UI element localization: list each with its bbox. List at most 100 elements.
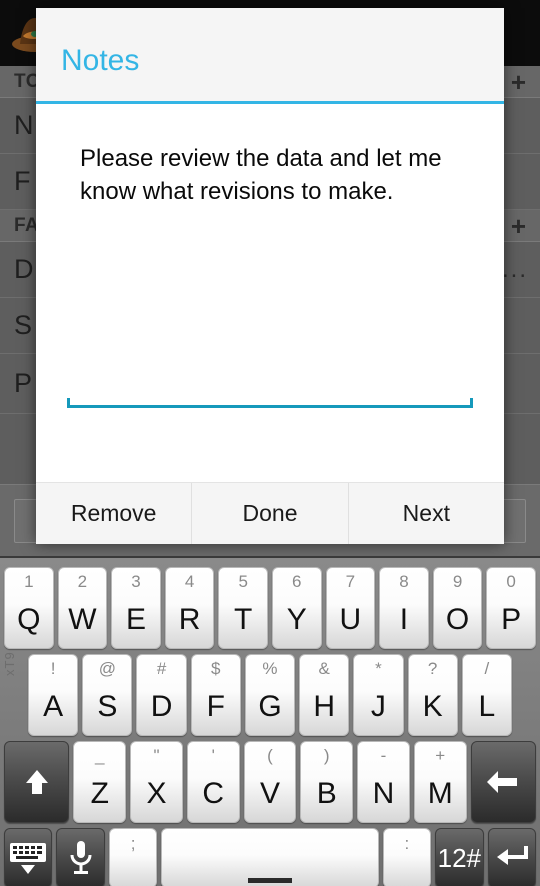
- backspace-left-arrow-icon[interactable]: [470, 741, 536, 823]
- key-u[interactable]: 7U: [325, 567, 376, 649]
- key-period[interactable]: :: [382, 828, 432, 886]
- key-hint: *: [375, 659, 382, 678]
- key-p[interactable]: 0P: [486, 567, 536, 649]
- notes-dialog: Notes Please review the data and let me …: [36, 8, 504, 544]
- key-s[interactable]: @ S: [82, 654, 133, 736]
- microphone-icon[interactable]: [56, 828, 105, 886]
- key-hint: &: [318, 659, 330, 678]
- key-label: T: [234, 603, 253, 636]
- list-item-label: D: [14, 254, 34, 284]
- soft-keyboard: xT9 1Q 2W 3E 4R 5T 6Y 7U 8I 9O 0P ! A @ S …: [0, 556, 540, 886]
- key-d[interactable]: # D: [136, 654, 187, 736]
- key-label: A: [43, 690, 64, 723]
- key-hint: !: [50, 659, 56, 678]
- key-hint: ): [323, 746, 330, 765]
- key-hint: -: [380, 746, 387, 765]
- key-g[interactable]: % G: [244, 654, 296, 736]
- key-label: N: [372, 777, 395, 810]
- key-label: E: [125, 603, 146, 636]
- key-hint: _: [95, 746, 105, 765]
- plus-icon[interactable]: +: [511, 69, 526, 95]
- list-item-label: N: [14, 110, 34, 140]
- key-label: G: [258, 690, 282, 723]
- key-hint: 3: [131, 572, 141, 591]
- key-i[interactable]: 8I: [379, 567, 429, 649]
- key-b[interactable]: ) B: [300, 741, 354, 823]
- key-z[interactable]: _ Z: [73, 741, 127, 823]
- key-label: W: [68, 603, 97, 636]
- key-e[interactable]: 3E: [111, 567, 161, 649]
- key-x[interactable]: " X: [130, 741, 183, 823]
- note-text: Please review the data and let me know w…: [80, 145, 442, 205]
- key-q[interactable]: 1Q: [4, 567, 54, 649]
- key-hint: ': [211, 746, 215, 765]
- list-item-label: P: [14, 368, 33, 398]
- key-hint: ": [153, 746, 160, 765]
- done-button[interactable]: Done: [191, 483, 348, 544]
- key-l[interactable]: / L: [461, 654, 512, 736]
- key-hint: /: [484, 659, 490, 678]
- key-hint: $: [211, 659, 221, 678]
- space-bar-mark: [248, 878, 292, 883]
- key-hint: 0: [506, 572, 516, 591]
- dialog-title: Notes: [61, 44, 140, 77]
- symbols-toggle-key[interactable]: 12#: [435, 828, 484, 886]
- key-f[interactable]: $ F: [190, 654, 241, 736]
- key-label: X: [146, 777, 167, 810]
- phone-screen: TO + N F FA + D ... S P Notes Please rev…: [0, 0, 540, 886]
- key-label: Z: [90, 777, 109, 810]
- enter-return-icon[interactable]: [487, 828, 537, 886]
- key-o[interactable]: 9O: [432, 567, 483, 649]
- key-hint: :: [404, 834, 410, 853]
- key-hint: (: [267, 746, 273, 765]
- key-y[interactable]: 6Y: [271, 567, 322, 649]
- key-label: R: [178, 603, 201, 636]
- list-item-overflow[interactable]: ...: [502, 256, 528, 281]
- key-c[interactable]: ' C: [186, 741, 240, 823]
- key-label: S: [97, 690, 118, 723]
- hide-keyboard-icon[interactable]: [4, 828, 53, 886]
- key-label: H: [313, 690, 336, 723]
- key-label: I: [399, 603, 409, 636]
- key-hint: 9: [452, 572, 463, 591]
- key-label: M: [427, 777, 453, 810]
- key-label: D: [150, 690, 173, 723]
- key-hint: 1: [24, 572, 34, 591]
- shift-up-arrow-icon[interactable]: [4, 741, 70, 823]
- note-input-underline[interactable]: [67, 398, 473, 408]
- key-n[interactable]: -N: [357, 741, 410, 823]
- key-j[interactable]: * J: [353, 654, 404, 736]
- key-label: K: [422, 690, 443, 723]
- key-comma[interactable]: ;: [108, 828, 158, 886]
- key-hint: 8: [399, 572, 409, 591]
- keyboard-row-1: 1Q 2W 3E 4R 5T 6Y 7U 8I 9O 0P: [0, 567, 540, 649]
- list-item-label: F: [14, 166, 31, 196]
- key-label: V: [259, 777, 280, 810]
- key-v[interactable]: (V: [243, 741, 297, 823]
- key-label: Y: [286, 603, 307, 636]
- key-r[interactable]: 4R: [164, 567, 215, 649]
- key-label: P: [501, 603, 522, 636]
- key-space[interactable]: [161, 828, 379, 886]
- key-h[interactable]: & H: [299, 654, 350, 736]
- remove-button[interactable]: Remove: [36, 483, 192, 544]
- key-m[interactable]: + M: [413, 741, 467, 823]
- key-w[interactable]: 2W: [57, 567, 108, 649]
- keyboard-row-4: ; : 12#: [0, 828, 540, 886]
- key-t[interactable]: 5T: [218, 567, 268, 649]
- key-hint: 7: [345, 572, 356, 591]
- key-label: U: [339, 603, 362, 636]
- dialog-body: Please review the data and let me know w…: [36, 104, 504, 482]
- dialog-header: Notes: [36, 8, 504, 104]
- key-label: Q: [17, 603, 41, 636]
- key-hint: %: [262, 659, 278, 678]
- key-label: C: [202, 777, 225, 810]
- list-item-label: S: [14, 310, 33, 340]
- key-k[interactable]: ? K: [407, 654, 458, 736]
- key-hint: 2: [77, 572, 88, 591]
- plus-icon[interactable]: +: [511, 213, 526, 239]
- key-a[interactable]: ! A: [28, 654, 79, 736]
- key-hint: @: [98, 659, 116, 678]
- key-hint: ;: [130, 834, 136, 853]
- next-button[interactable]: Next: [347, 483, 504, 544]
